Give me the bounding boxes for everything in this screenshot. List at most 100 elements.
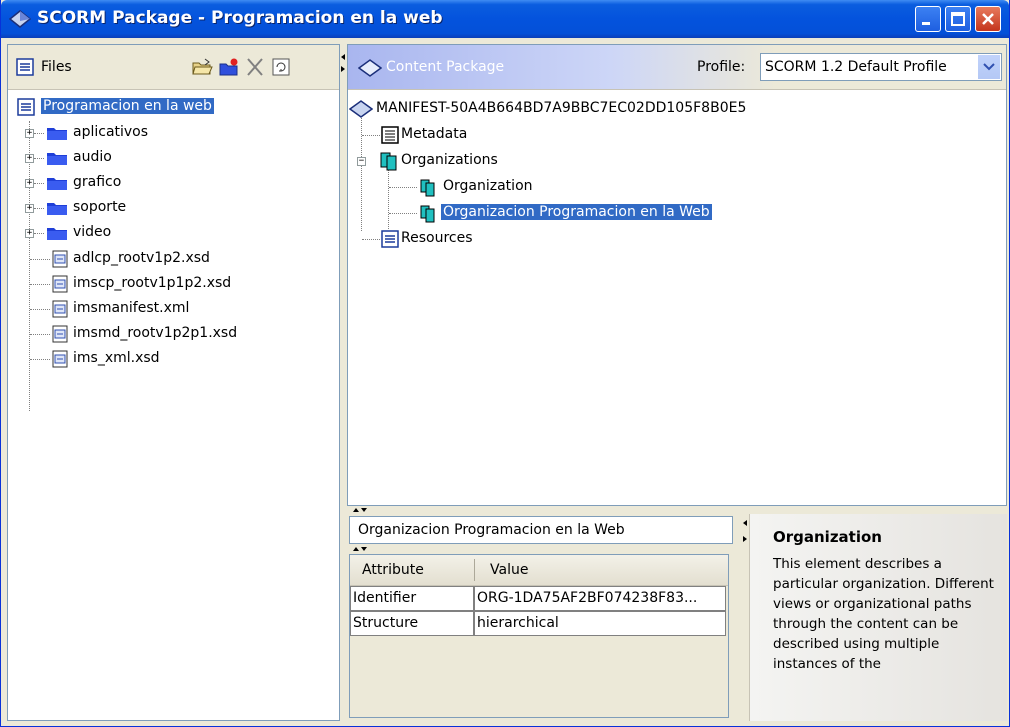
app-window: SCORM Package - Programacion en la web F… [0,0,1010,727]
file-label: imscp_rootv1p1p2.xsd [73,275,232,291]
organizations-node[interactable]: − Organizations [348,149,748,173]
content-package-label: Content Package [386,59,505,75]
file-label: imsmanifest.xml [73,300,190,316]
minimize-button[interactable] [915,6,941,32]
chevron-down-icon [983,63,995,71]
file-item[interactable]: imscp_rootv1p1p2.xsd [8,272,339,296]
resources-node[interactable]: Resources [348,227,748,251]
package-icon [349,100,373,118]
tree-root[interactable]: Programacion en la web [8,95,339,119]
folder-item[interactable]: + audio [8,146,339,170]
column-header-attribute[interactable]: Attribute [362,562,424,578]
maximize-icon [951,12,965,26]
folder-item[interactable]: + soporte [8,196,339,220]
expand-icon[interactable]: + [25,179,34,188]
refresh-icon[interactable] [270,57,292,77]
open-folder-icon[interactable] [191,57,213,77]
package-icon [9,10,31,28]
new-folder-icon[interactable] [218,57,240,77]
metadata-node[interactable]: Metadata [348,123,748,147]
folder-icon [47,178,67,190]
folder-icon [47,128,67,140]
horizontal-splitter[interactable] [347,506,1007,514]
dropdown-button[interactable] [977,55,1000,79]
title-bar: SCORM Package - Programacion en la web [1,0,1009,38]
folder-item[interactable]: + grafico [8,171,339,195]
folder-item[interactable]: + video [8,221,339,245]
file-item[interactable]: imsmd_rootv1p2p1.xsd [8,322,339,346]
organizations-label: Organizations [401,152,498,168]
file-label: adlcp_rootv1p2.xsd [73,250,210,266]
delete-icon[interactable] [244,57,266,77]
file-item[interactable]: ims_xml.xsd [8,347,339,371]
files-label: Files [41,59,72,75]
folder-label: grafico [73,174,122,190]
file-item[interactable]: imsmanifest.xml [8,297,339,321]
package-icon [358,59,382,77]
expand-icon[interactable]: + [25,204,34,213]
window-title: SCORM Package - Programacion en la web [37,8,443,28]
organization-selected-label: Organizacion Programacion en la Web [441,204,712,220]
document-icon [381,126,399,144]
splitter-arrows-icon [353,508,367,512]
file-item[interactable]: adlcp_rootv1p2.xsd [8,247,339,271]
splitter-arrows-icon [743,520,747,542]
organization-node[interactable]: Organization [348,175,748,199]
table-header: Attribute Value [350,555,728,586]
value-cell[interactable]: hierarchical [474,611,726,636]
files-panel: Files Programacion en la web + aplicativ… [7,44,340,721]
xml-file-icon [52,300,68,318]
attribute-cell: Identifier [350,586,474,611]
close-icon [982,13,994,25]
document-list-icon [17,98,35,116]
xml-file-icon [52,325,68,343]
table-row[interactable]: Structure hierarchical [350,611,728,636]
folder-icon [47,203,67,215]
tree-root-label: Programacion en la web [41,98,214,114]
folder-item[interactable]: + aplicativos [8,121,339,145]
resources-label: Resources [401,230,473,246]
folder-label: soporte [73,199,127,215]
profile-label: Profile: [697,59,746,75]
collapse-icon[interactable]: − [357,157,366,166]
table-row[interactable]: Identifier ORG-1DA75AF2BF074238F83... [350,586,728,611]
splitter-arrows-icon[interactable] [351,545,373,553]
folder-label: video [73,224,112,240]
files-toolbar: Files [8,45,339,90]
folder-icon [47,228,67,240]
document-list-icon [16,58,34,76]
selected-item-field[interactable]: Organizacion Programacion en la Web [349,516,733,544]
organization-selected-node[interactable]: Organizacion Programacion en la Web [348,201,768,225]
folder-icon [47,153,67,165]
xml-file-icon [52,275,68,293]
content-package-panel: Content Package Profile: SCORM 1.2 Defau… [347,44,1007,506]
file-label: imsmd_rootv1p2p1.xsd [73,325,238,341]
properties-panel: Organizacion Programacion en la Web Attr… [347,514,741,721]
attribute-cell: Structure [350,611,474,636]
organization-label: Organization [443,178,533,194]
profile-value: SCORM 1.2 Default Profile [765,59,947,75]
vertical-splitter[interactable] [741,514,749,721]
xml-file-icon [52,250,68,268]
maximize-button[interactable] [945,6,971,32]
folder-label: audio [73,149,112,165]
column-header-value[interactable]: Value [490,562,528,578]
value-cell[interactable]: ORG-1DA75AF2BF074238F83... [474,586,726,611]
manifest-node[interactable]: MANIFEST-50A4B664BD7A9BBC7EC02DD105F8B0E… [348,97,948,121]
help-panel: Organization This element describes a pa… [749,514,1007,721]
splitter-arrows-icon[interactable] [339,52,347,76]
manifest-label: MANIFEST-50A4B664BD7A9BBC7EC02DD105F8B0E… [376,100,747,116]
selected-item-value: Organizacion Programacion en la Web [358,522,625,538]
close-button[interactable] [975,6,1001,32]
content-package-header: Content Package Profile: SCORM 1.2 Defau… [348,45,1006,90]
profile-select[interactable]: SCORM 1.2 Default Profile [760,53,1002,81]
xml-file-icon [52,350,68,368]
attributes-table: Attribute Value Identifier ORG-1DA75AF2B… [349,554,729,718]
expand-icon[interactable]: + [25,229,34,238]
expand-icon[interactable]: + [25,129,34,138]
metadata-label: Metadata [401,126,468,142]
help-text: This element describes a particular orga… [773,556,994,672]
expand-icon[interactable]: + [25,154,34,163]
file-label: ims_xml.xsd [73,350,160,366]
organization-icon [420,179,435,197]
